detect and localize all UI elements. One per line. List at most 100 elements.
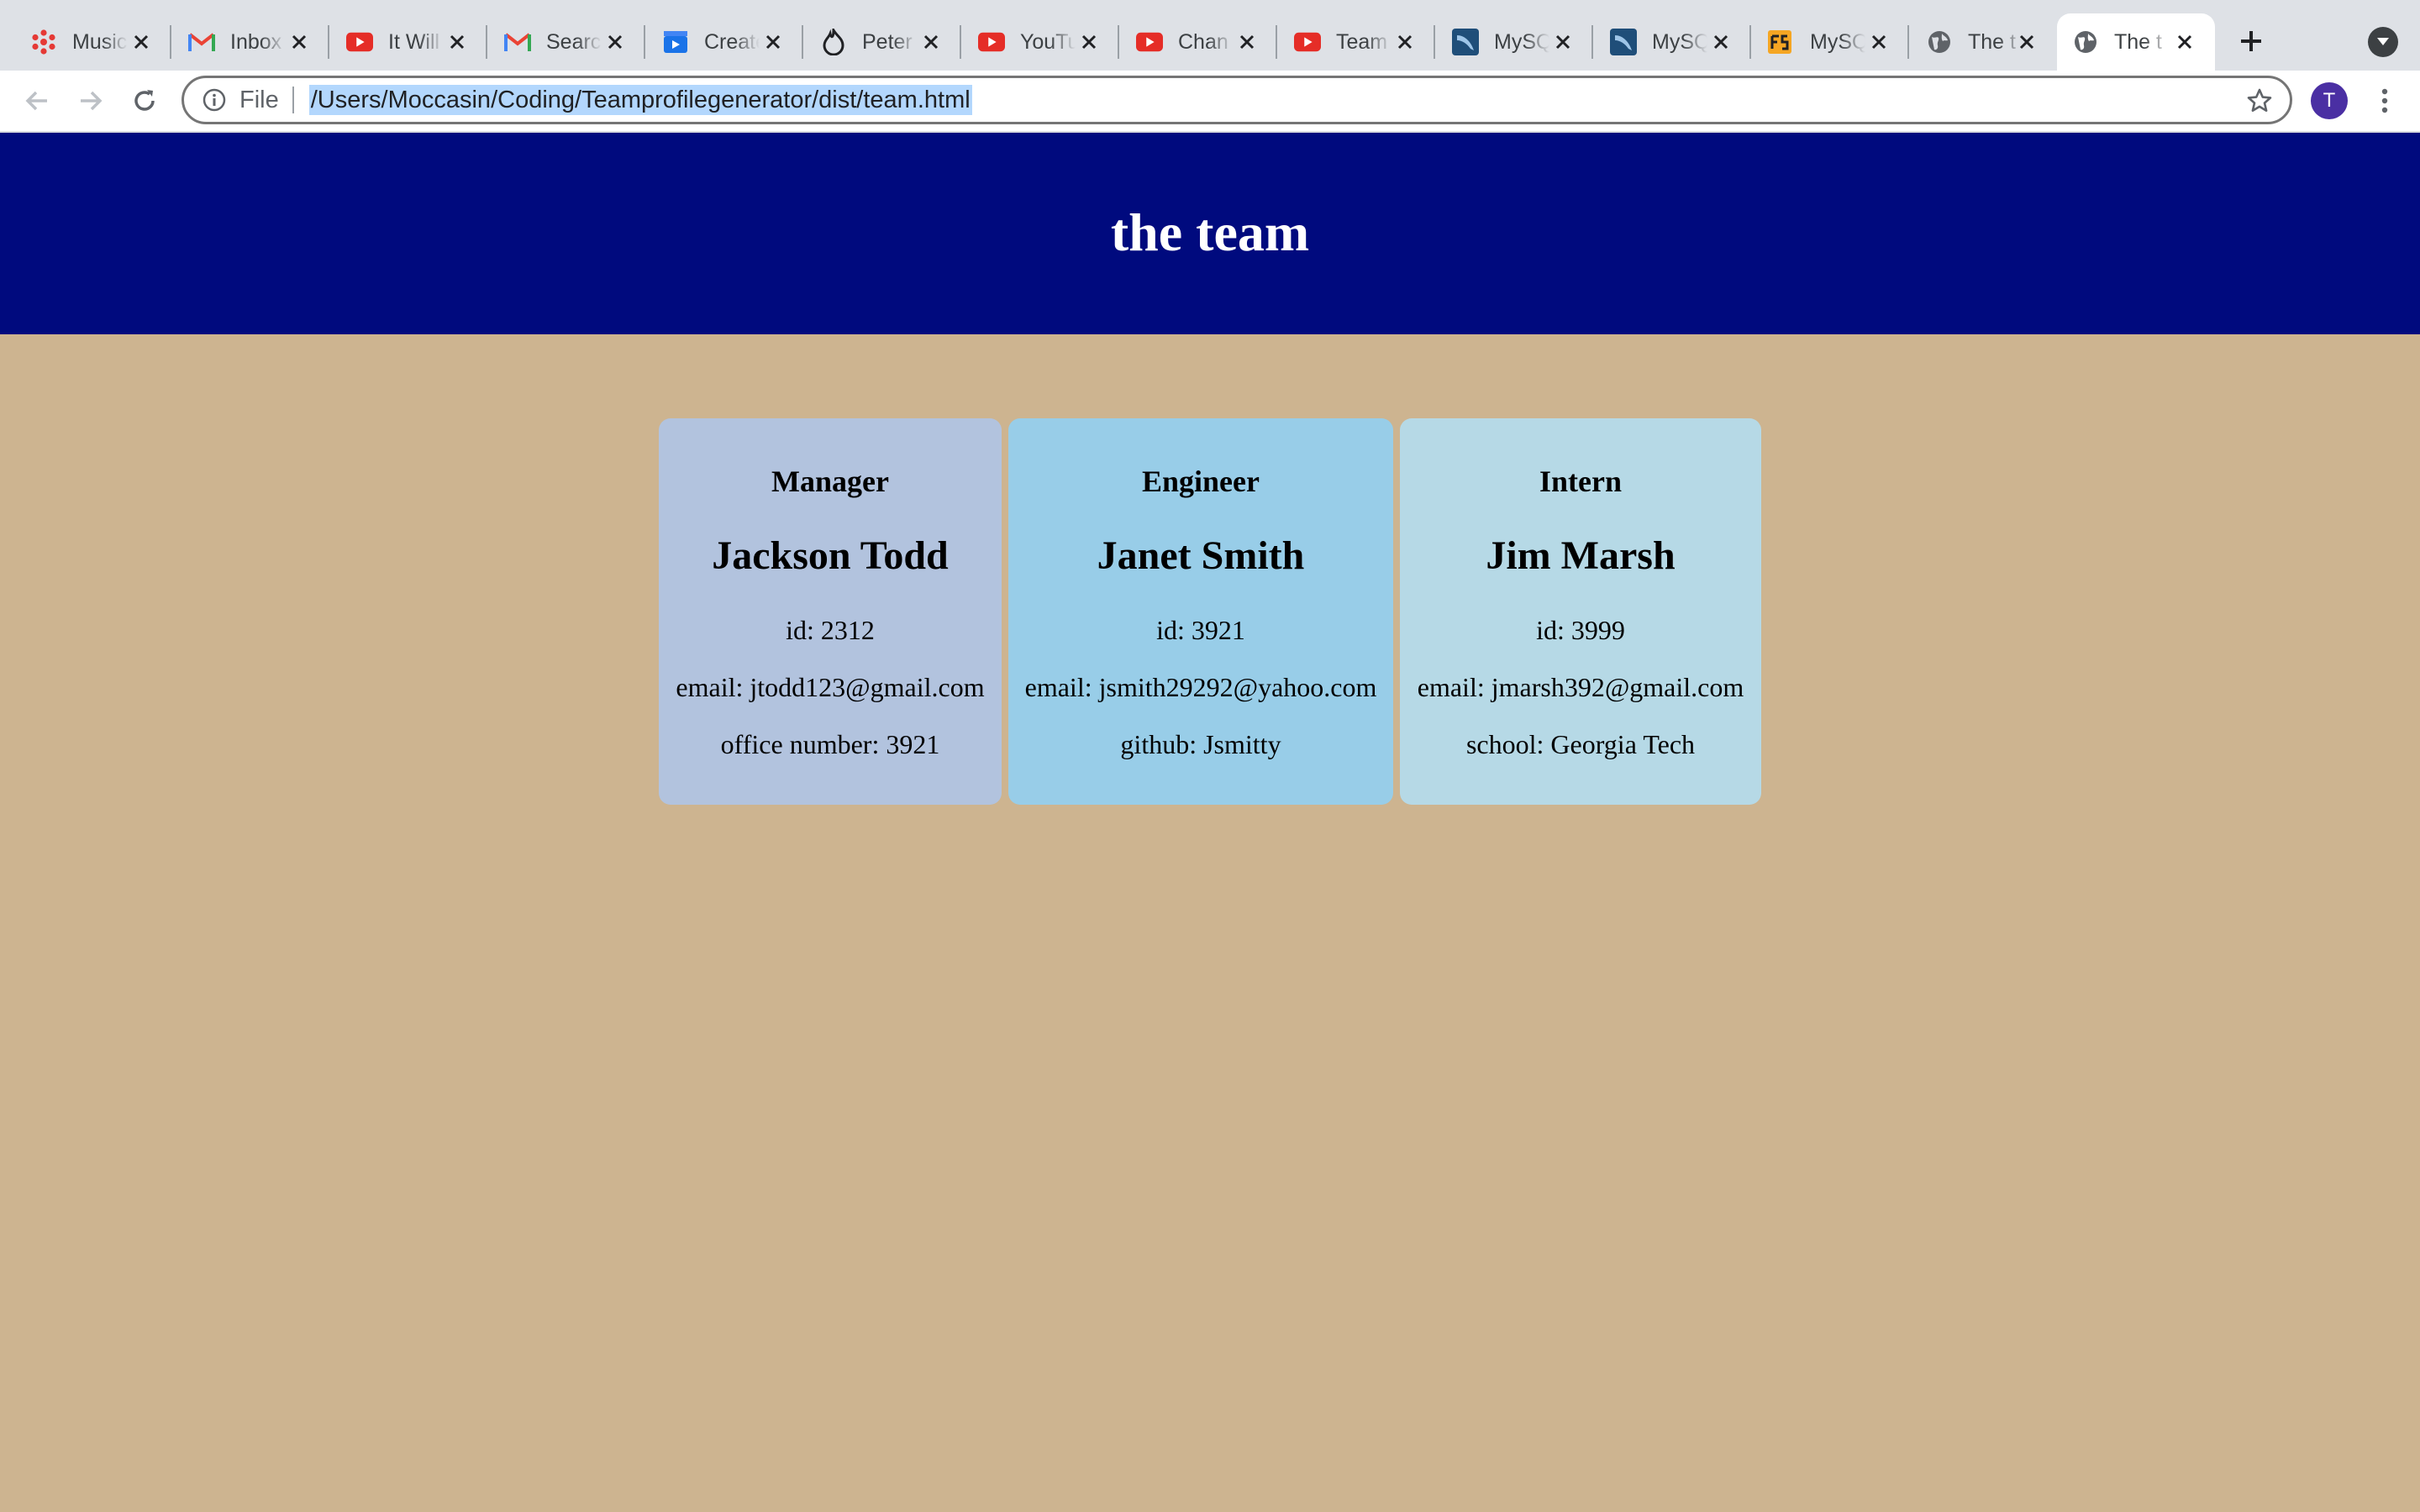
tab-separator xyxy=(960,25,961,59)
tab-separator xyxy=(486,25,487,59)
card-office-number: office number: 3921 xyxy=(720,729,940,759)
card-email: email: jsmith29292@yahoo.com xyxy=(1024,672,1377,702)
page-title: the team xyxy=(1110,202,1310,262)
new-tab-button[interactable] xyxy=(2232,22,2270,60)
close-icon[interactable] xyxy=(603,30,627,54)
scheme-label: File xyxy=(239,86,279,113)
tab-title: Inbox xyxy=(230,29,282,54)
bookmark-star-icon[interactable] xyxy=(2244,86,2275,116)
card-email: email: jmarsh392@gmail.com xyxy=(1417,672,1744,702)
forward-button[interactable] xyxy=(71,81,111,121)
close-icon[interactable] xyxy=(445,30,469,54)
tab-chan[interactable]: Chan xyxy=(1121,13,1277,71)
tab-separator xyxy=(802,25,803,59)
tab-music[interactable]: Music xyxy=(15,13,171,71)
card-role: Intern xyxy=(1539,465,1622,498)
card-id: id: 3921 xyxy=(1156,615,1245,645)
tab-separator xyxy=(1591,25,1593,59)
card-id: id: 2312 xyxy=(786,615,875,645)
tab-title: Search xyxy=(546,29,602,54)
intern-card: Intern Jim Marsh id: 3999 email: jmarsh3… xyxy=(1400,418,1761,805)
browser-menu-button[interactable] xyxy=(2371,82,2398,119)
tab-separator xyxy=(1749,25,1751,59)
tab-separator xyxy=(1907,25,1909,59)
tab-separator xyxy=(328,25,329,59)
reload-icon xyxy=(134,90,155,111)
close-icon[interactable] xyxy=(129,30,153,54)
tab-team[interactable]: Team xyxy=(1279,13,1435,71)
globe-icon xyxy=(1926,29,1953,55)
tab-search[interactable]: Search xyxy=(489,13,645,71)
tab-mysql-2[interactable]: MySQL xyxy=(1595,13,1751,71)
tab-create[interactable]: Create xyxy=(647,13,803,71)
arrow-right-icon xyxy=(81,91,103,111)
close-icon[interactable] xyxy=(1393,30,1417,54)
tab-separator xyxy=(170,25,171,59)
close-icon[interactable] xyxy=(1867,30,1891,54)
chevron-down-icon xyxy=(2377,38,2389,45)
close-icon[interactable] xyxy=(1551,30,1575,54)
tab-title: Team xyxy=(1336,29,1388,54)
tab-separator xyxy=(1276,25,1277,59)
plus-icon xyxy=(2241,31,2261,51)
card-email: email: jtodd123@gmail.com xyxy=(676,672,985,702)
tab-separator xyxy=(644,25,645,59)
close-icon[interactable] xyxy=(2015,30,2039,54)
tab-strip: Music Inbox It Will Search Create xyxy=(0,0,2420,71)
tab-title: The t xyxy=(2114,29,2162,54)
kebab-menu-icon xyxy=(2381,88,2388,113)
tab-search-button[interactable] xyxy=(2368,27,2398,57)
tab-title: Music xyxy=(72,29,128,54)
youtube-icon xyxy=(346,29,373,55)
close-icon[interactable] xyxy=(919,30,943,54)
address-bar[interactable]: File /Users/Moccasin/Coding/Teamprofileg… xyxy=(182,76,2292,124)
info-icon[interactable] xyxy=(201,87,228,113)
tab-youtube[interactable]: YouTube xyxy=(963,13,1119,71)
card-name: Jackson Todd xyxy=(712,533,949,578)
arrow-left-icon xyxy=(25,91,47,111)
omnibox-divider xyxy=(292,87,294,113)
flame-icon xyxy=(820,29,847,55)
engineer-card: Engineer Janet Smith id: 3921 email: jsm… xyxy=(1008,418,1393,805)
close-icon[interactable] xyxy=(287,30,311,54)
youtube-icon xyxy=(1136,29,1163,55)
tab-peter[interactable]: Peter xyxy=(805,13,961,71)
gmail-icon xyxy=(188,29,215,55)
tab-title: Create xyxy=(704,29,760,54)
tab-separator xyxy=(1118,25,1119,59)
tab-separator xyxy=(1434,25,1435,59)
youtube-icon xyxy=(978,29,1005,55)
card-name: Janet Smith xyxy=(1097,533,1305,578)
tab-inbox[interactable]: Inbox xyxy=(173,13,329,71)
tab-title: Peter xyxy=(862,29,913,54)
browser-toolbar: File /Users/Moccasin/Coding/Teamprofileg… xyxy=(0,71,2420,133)
tab-title: It Will xyxy=(388,29,440,54)
close-icon[interactable] xyxy=(1077,30,1101,54)
tab-it-will[interactable]: It Will xyxy=(331,13,487,71)
tab-title: YouTube xyxy=(1020,29,1076,54)
tab-mysql-3[interactable]: MySQL xyxy=(1753,13,1909,71)
gmail-icon xyxy=(504,29,531,55)
tab-the-team-active[interactable]: The t xyxy=(2057,13,2215,71)
profile-avatar[interactable]: T xyxy=(2311,82,2348,119)
clapperboard-icon xyxy=(662,29,689,55)
close-icon[interactable] xyxy=(761,30,785,54)
card-id: id: 3999 xyxy=(1536,615,1625,645)
card-role: Engineer xyxy=(1142,465,1260,498)
close-icon[interactable] xyxy=(2173,30,2196,54)
card-school: school: Georgia Tech xyxy=(1465,729,1696,759)
tab-mysql-1[interactable]: MySQL xyxy=(1437,13,1593,71)
close-icon[interactable] xyxy=(1709,30,1733,54)
page-header: the team xyxy=(0,133,2420,334)
card-name: Jim Marsh xyxy=(1486,533,1676,578)
mysql-dolphin-icon xyxy=(1610,29,1637,55)
card-role: Manager xyxy=(771,465,889,498)
tab-title: MySQL xyxy=(1810,29,1865,54)
url-text[interactable]: /Users/Moccasin/Coding/Teamprofilegenera… xyxy=(308,85,972,115)
close-icon[interactable] xyxy=(1235,30,1259,54)
tab-title: MySQL xyxy=(1494,29,1549,54)
music-asterisk-icon xyxy=(30,29,57,55)
back-button[interactable] xyxy=(17,81,57,121)
reload-button[interactable] xyxy=(124,81,165,121)
tab-the-team-1[interactable]: The t xyxy=(1911,13,2057,71)
